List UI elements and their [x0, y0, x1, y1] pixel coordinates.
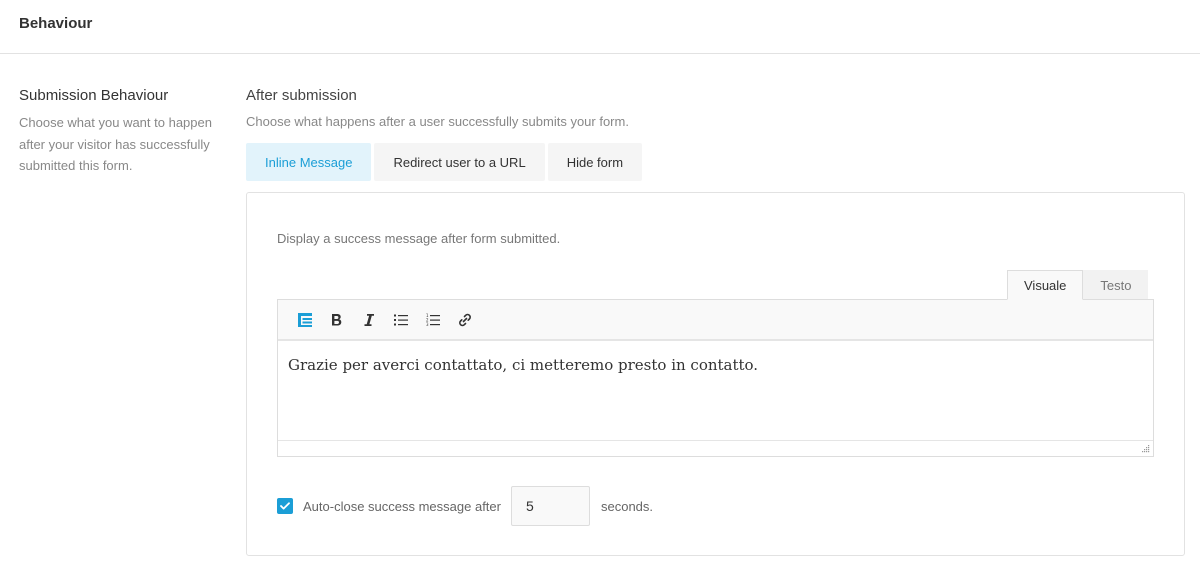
bullet-list-icon[interactable]: [385, 306, 417, 334]
inline-message-panel: Display a success message after form sub…: [246, 192, 1185, 556]
rich-text-editor: 1 2 3 Grazie per averci contattato, ci m…: [277, 299, 1154, 457]
submission-tabs: Inline Message Redirect user to a URL Hi…: [246, 143, 643, 181]
italic-icon[interactable]: [353, 306, 385, 334]
svg-text:3: 3: [426, 322, 429, 327]
numbered-list-icon[interactable]: 1 2 3: [417, 306, 449, 334]
editor-content[interactable]: Grazie per averci contattato, ci mettere…: [278, 341, 1153, 439]
section-description: Choose what you want to happen after you…: [19, 115, 212, 173]
bold-icon[interactable]: [321, 306, 353, 334]
field-description: Choose what happens after a user success…: [246, 114, 629, 129]
autoclose-row: Auto-close success message after seconds…: [277, 486, 653, 526]
page-header: Behaviour: [0, 0, 1200, 54]
tab-redirect-url[interactable]: Redirect user to a URL: [374, 143, 545, 181]
tab-text[interactable]: Testo: [1083, 270, 1149, 300]
section-title: Submission Behaviour: [19, 87, 169, 104]
seconds-label: seconds.: [600, 498, 654, 514]
autoclose-checkbox[interactable]: [277, 498, 293, 514]
checkmark-icon: [280, 502, 290, 510]
tab-visual[interactable]: Visuale: [1007, 270, 1084, 300]
autoclose-label: Auto-close success message after: [303, 498, 501, 514]
editor-mode-tabs: Visuale Testo: [1007, 270, 1149, 300]
tab-hide-form[interactable]: Hide form: [547, 143, 643, 181]
tab-inline-message[interactable]: Inline Message: [246, 143, 372, 181]
panel-description: Display a success message after form sub…: [277, 231, 561, 246]
field-title: After submission: [246, 87, 357, 104]
page-title: Behaviour: [19, 15, 93, 32]
autoclose-seconds-input[interactable]: [510, 486, 590, 526]
editor-statusbar: [278, 440, 1153, 456]
resize-handle-icon[interactable]: [1142, 445, 1150, 453]
form-fields-icon[interactable]: [289, 306, 321, 334]
link-icon[interactable]: [449, 306, 481, 334]
editor-toolbar: 1 2 3: [278, 300, 1153, 341]
